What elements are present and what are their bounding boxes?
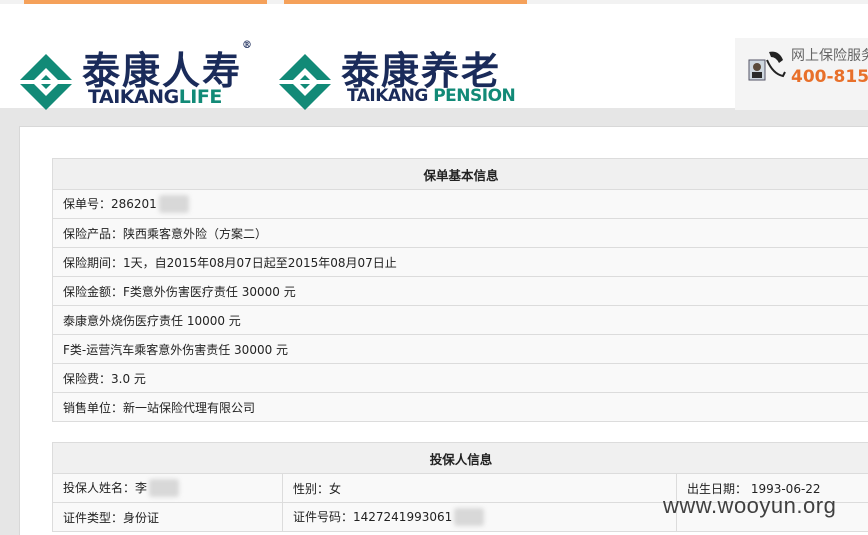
insurance-period: 保险期间：1天，自2015年08月07日起至2015年08月07日止 xyxy=(53,248,868,277)
holder-gender: 性别：女 xyxy=(283,474,677,503)
taikang-life-logo[interactable]: 泰康人寿® TAIKANGLIFE xyxy=(18,46,258,112)
main-content: 保单基本信息 保单号：286201 保险产品：陕西乘客意外险（方案二） 保险期间… xyxy=(19,126,868,535)
watermark: www.wooyun.org xyxy=(663,493,836,519)
premium: 保险费：3.0 元 xyxy=(53,364,868,393)
coverage-passenger-accident: F类-运营汽车乘客意外伤害责任 30000 元 xyxy=(53,335,868,364)
site-header: 泰康人寿® TAIKANGLIFE 泰康养老 TAIKANG PENSION 网… xyxy=(0,4,868,108)
insurance-product: 保险产品：陕西乘客意外险（方案二） xyxy=(53,219,868,248)
section-title: 保单基本信息 xyxy=(53,159,868,190)
coverage-amount: 保险金额：F类意外伤害医疗责任 30000 元 xyxy=(53,277,868,306)
policy-number: 保单号：286201 xyxy=(53,190,868,219)
holder-id-type: 证件类型：身份证 xyxy=(53,503,283,532)
coverage-burn-medical: 泰康意外烧伤医疗责任 10000 元 xyxy=(53,306,868,335)
logo-en-text: TAIKANGLIFE xyxy=(88,86,222,108)
sales-agency: 销售单位：新一站保险代理有限公司 xyxy=(53,393,868,422)
redaction-mask xyxy=(149,479,179,497)
holder-name: 投保人姓名：李 xyxy=(53,474,283,503)
section-title: 投保人信息 xyxy=(53,443,868,474)
diamond-logo-icon xyxy=(18,54,74,110)
hotline-banner[interactable]: 网上保险服务 400-815-0 xyxy=(735,38,868,110)
holder-id-number: 证件号码：1427241993061 xyxy=(283,503,677,532)
logo-en-text: TAIKANG PENSION xyxy=(347,86,515,106)
hotline-label: 网上保险服务 xyxy=(791,45,868,65)
redaction-mask xyxy=(454,508,484,526)
phone-support-icon xyxy=(747,46,787,86)
hotline-number: 400-815-0 xyxy=(791,67,868,87)
diamond-logo-icon xyxy=(277,54,333,110)
policy-info-table: 保单基本信息 保单号：286201 保险产品：陕西乘客意外险（方案二） 保险期间… xyxy=(52,158,868,422)
taikang-pension-logo[interactable]: 泰康养老 TAIKANG PENSION xyxy=(277,46,517,112)
redaction-mask xyxy=(159,195,189,213)
